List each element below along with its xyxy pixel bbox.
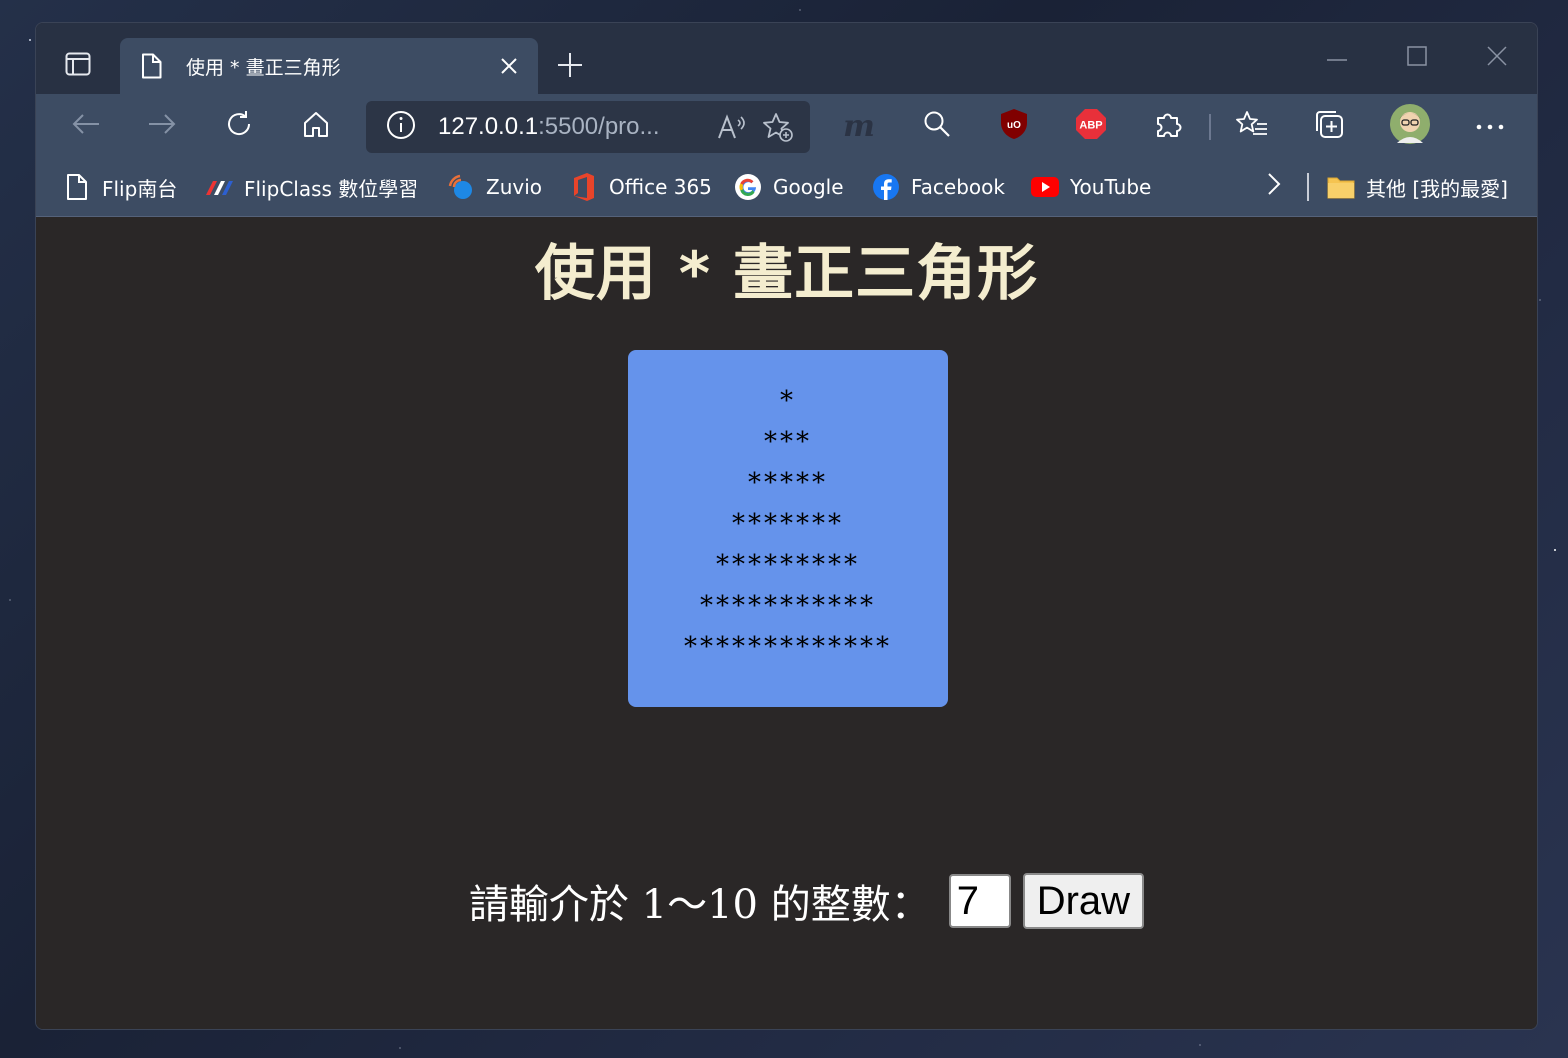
tab-actions-button[interactable] <box>50 43 106 89</box>
triangle-row: *********** <box>700 591 876 621</box>
folder-icon <box>1326 172 1356 202</box>
rows-input[interactable] <box>948 874 1011 928</box>
adblock-plus-icon: ABP <box>1075 108 1107 145</box>
ublock-icon: uO <box>1000 108 1028 145</box>
home-icon <box>302 110 330 143</box>
office-icon <box>569 172 599 202</box>
bookmark-label: YouTube <box>1070 175 1152 199</box>
navigation-toolbar: 127.0.0.1:5500/pro... m uO ABP <box>36 94 1537 158</box>
bookmark-label: Flip南台 <box>102 176 178 201</box>
ublock-button[interactable]: uO <box>992 106 1036 146</box>
bookmark-facebook[interactable]: Facebook <box>871 170 1005 204</box>
add-favorite-icon[interactable] <box>760 109 796 145</box>
active-tab[interactable]: 使用 * 畫正三角形 <box>120 38 538 94</box>
avatar <box>1389 103 1431 150</box>
close-window-button[interactable] <box>1457 33 1537 83</box>
refresh-button[interactable] <box>217 106 261 146</box>
bookmark-flipclass[interactable]: FlipClass 數位學習 <box>204 170 418 204</box>
chevron-right-icon <box>1266 172 1282 202</box>
bookmark-label: Facebook <box>911 175 1005 199</box>
forward-button[interactable] <box>140 106 184 146</box>
bookmark-label: Google <box>773 175 844 199</box>
bookmarks-divider <box>1307 173 1309 201</box>
back-arrow-icon <box>71 112 101 141</box>
bookmark-office365[interactable]: Office 365 <box>569 170 712 204</box>
facebook-icon <box>871 172 901 202</box>
triangle-output: * *** ***** ******* ********* **********… <box>628 350 948 707</box>
triangle-row: ******* <box>732 509 844 539</box>
title-bar: 使用 * 畫正三角形 <box>36 23 1537 94</box>
more-button[interactable] <box>1468 106 1512 146</box>
bookmark-zuvio[interactable]: Zuvio <box>446 170 542 204</box>
browser-window: 使用 * 畫正三角形 127.0.0.1:5500/pro... m uO AB… <box>35 22 1538 1030</box>
m-extension-icon: m <box>843 108 875 144</box>
other-favorites-folder[interactable]: 其他 [我的最愛] <box>1326 170 1508 204</box>
home-button[interactable] <box>294 106 338 146</box>
maximize-button[interactable] <box>1377 33 1457 83</box>
plus-icon <box>557 52 583 83</box>
prompt-label: 請輸介於 1～10 的整數： <box>468 882 931 928</box>
bookmark-google[interactable]: Google <box>733 170 844 204</box>
bookmarks-bar: Flip南台 FlipClass 數位學習 Zuvio Office 365 G… <box>36 158 1537 217</box>
maximize-icon <box>1407 45 1427 71</box>
draw-controls: 請輸介於 1～10 的整數： Draw <box>36 872 1537 930</box>
bookmark-label: FlipClass 數位學習 <box>244 176 419 201</box>
bookmark-label: Zuvio <box>486 175 543 199</box>
back-button[interactable] <box>64 106 108 146</box>
adblock-plus-button[interactable]: ABP <box>1069 106 1113 146</box>
minimize-icon <box>1327 49 1347 67</box>
address-bar[interactable]: 127.0.0.1:5500/pro... <box>366 101 810 153</box>
close-tab-icon[interactable] <box>496 53 522 79</box>
page-content: 使用 * 畫正三角形 * *** ***** ******* *********… <box>36 217 1537 1029</box>
svg-text:uO: uO <box>1007 120 1021 131</box>
tab-title: 使用 * 畫正三角形 <box>186 56 341 79</box>
url-path: :5500/pro... <box>538 113 660 140</box>
triangle-row: ************* <box>684 632 892 662</box>
refresh-icon <box>224 109 254 144</box>
minimize-button[interactable] <box>1297 33 1377 83</box>
extensions-button[interactable] <box>1146 106 1190 146</box>
bookmark-label: 其他 [我的最愛] <box>1366 176 1508 201</box>
page-title: 使用 * 畫正三角形 <box>534 239 1039 309</box>
favorites-list-icon <box>1236 109 1268 144</box>
bookmark-flip[interactable]: Flip南台 <box>62 170 177 204</box>
bookmark-label: Office 365 <box>609 175 712 199</box>
collections-icon <box>1314 109 1344 144</box>
draw-button[interactable]: Draw <box>1022 873 1145 929</box>
extension-m-button[interactable]: m <box>837 106 881 146</box>
site-info-icon[interactable] <box>386 110 416 145</box>
window-controls <box>1297 33 1537 83</box>
triangle-row: ********* <box>716 550 860 580</box>
read-aloud-icon[interactable] <box>714 109 750 145</box>
page-icon <box>62 172 92 202</box>
puzzle-icon <box>1153 109 1183 144</box>
search-icon <box>923 110 951 143</box>
bookmark-youtube[interactable]: YouTube <box>1030 170 1151 204</box>
close-icon <box>1487 45 1507 71</box>
forward-arrow-icon <box>147 112 177 141</box>
svg-text:ABP: ABP <box>1079 119 1102 131</box>
tab-actions-icon <box>65 52 91 81</box>
url-host: 127.0.0.1 <box>438 113 539 140</box>
bookmarks-overflow-button[interactable] <box>1266 170 1282 204</box>
page-icon <box>140 53 166 79</box>
more-options-icon <box>1476 117 1504 135</box>
triangle-row: * <box>780 386 796 416</box>
collections-button[interactable] <box>1307 106 1351 146</box>
zuvio-icon <box>446 172 476 202</box>
favorites-button[interactable] <box>1230 106 1274 146</box>
toolbar-divider <box>1209 114 1211 140</box>
profile-button[interactable] <box>1388 103 1432 146</box>
google-icon <box>733 172 763 202</box>
search-button[interactable] <box>915 106 959 146</box>
triangle-row: ***** <box>748 468 828 498</box>
youtube-icon <box>1030 172 1060 202</box>
triangle-row: *** <box>764 427 812 457</box>
new-tab-button[interactable] <box>550 47 590 87</box>
flipclass-icon <box>204 172 234 202</box>
url-text[interactable]: 127.0.0.1:5500/pro... <box>438 113 704 141</box>
